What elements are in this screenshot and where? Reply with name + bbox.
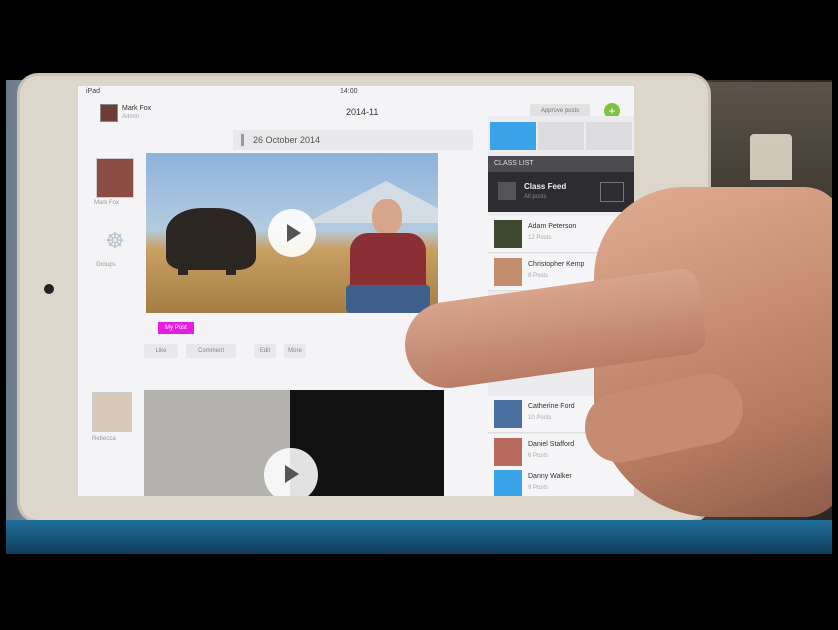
second-author-avatar[interactable] [92, 392, 132, 432]
elephant-leg [226, 253, 236, 275]
date-bar: 26 October 2014 [233, 130, 473, 150]
play-button[interactable] [268, 209, 316, 257]
user-chip[interactable]: Mark Fox Admin [100, 102, 160, 124]
left-column: Mark Fox ☸ Groups Rebecca [78, 146, 136, 496]
post-actions: Like Comment Edit More [144, 344, 444, 362]
comment-button[interactable]: Comment [186, 344, 236, 358]
group-label: Groups [96, 262, 116, 268]
sidebar-tabs [488, 116, 634, 156]
like-button[interactable]: Like [144, 344, 178, 358]
edit-button[interactable]: Edit [254, 344, 276, 358]
tab-class[interactable] [490, 122, 536, 150]
tablet-camera [44, 284, 54, 294]
tab-grid[interactable] [538, 122, 584, 150]
author-avatar[interactable] [96, 158, 134, 198]
play-icon [287, 224, 301, 242]
user-role: Admin [122, 114, 140, 120]
video-frame: iPad 14:00 Mark Fox Admin 2014-11 Approv… [6, 2, 832, 628]
carrier-label: iPad [86, 88, 101, 95]
class-list-header: CLASS LIST [488, 156, 634, 172]
lamp [750, 134, 792, 180]
calendar-icon [241, 134, 244, 146]
video-post[interactable] [146, 153, 438, 313]
tab-settings[interactable] [586, 122, 632, 150]
play-icon [285, 465, 299, 483]
group-icon[interactable]: ☸ [94, 228, 136, 258]
second-author-name: Rebecca [92, 436, 116, 442]
more-button[interactable]: More [284, 344, 306, 358]
user-name: Mark Fox [122, 105, 152, 112]
author-name: Mark Fox [94, 200, 120, 206]
person-head [372, 199, 402, 235]
clock: 14:00 [340, 88, 358, 95]
second-play-button[interactable] [264, 448, 318, 496]
second-video-post[interactable] [144, 390, 444, 496]
group-title: 2014-11 [346, 107, 379, 117]
date-label: 26 October 2014 [253, 135, 321, 145]
pointing-hand [399, 187, 832, 547]
post-tag: My Post [158, 322, 194, 334]
elephant-leg [178, 253, 188, 275]
user-avatar [100, 104, 118, 122]
